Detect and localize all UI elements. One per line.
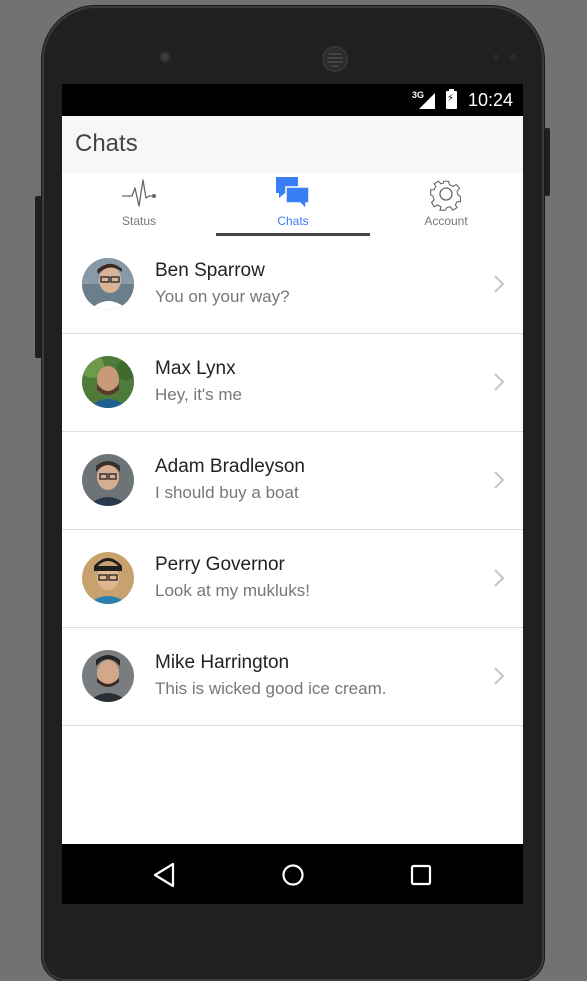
screen: 3G 10:24 Chats Status Chats (62, 84, 523, 904)
chat-message: This is wicked good ice cream. (155, 679, 387, 698)
battery-charging-icon (446, 89, 457, 109)
home-circle-icon (282, 864, 304, 886)
chat-message: I should buy a boat (155, 483, 299, 502)
chat-item[interactable]: Mike Harrington This is wicked good ice … (62, 628, 523, 726)
chevron-right-icon (493, 568, 505, 593)
tab-status-label: Status (121, 214, 157, 228)
app-bar: Chats (62, 116, 523, 173)
tab-account[interactable]: Account (369, 173, 523, 236)
home-button[interactable] (277, 859, 309, 891)
chat-name: Ben Sparrow (155, 260, 265, 281)
signal-icon (419, 93, 435, 109)
chat-message: You on your way? (155, 287, 290, 306)
chevron-right-icon (493, 274, 505, 299)
chat-name: Max Lynx (155, 358, 236, 379)
chat-item[interactable]: Adam Bradleyson I should buy a boat (62, 432, 523, 530)
avatar (82, 454, 134, 506)
chat-item[interactable]: Perry Governor Look at my mukluks! (62, 530, 523, 628)
gear-icon (427, 176, 465, 217)
tab-bar: Status Chats Account (62, 173, 523, 237)
power-button[interactable] (544, 128, 550, 196)
page-title: Chats (75, 130, 138, 157)
back-triangle-icon (153, 862, 175, 888)
proximity-sensor (493, 54, 499, 60)
recent-apps-square-icon (410, 864, 432, 886)
tab-account-label: Account (424, 214, 468, 228)
avatar (82, 650, 134, 702)
navigation-bar (62, 844, 523, 904)
chevron-right-icon (493, 372, 505, 397)
back-button[interactable] (149, 859, 181, 891)
clock: 10:24 (468, 90, 514, 110)
chat-message: Hey, it's me (155, 385, 243, 404)
avatar (82, 258, 134, 310)
chat-name: Mike Harrington (155, 652, 290, 673)
avatar (82, 356, 134, 408)
chat-item[interactable]: Ben Sparrow You on your way? (62, 236, 523, 334)
chat-message: Look at my mukluks! (155, 581, 310, 600)
light-sensor (510, 54, 516, 60)
chat-name: Perry Governor (155, 554, 285, 575)
earpiece-speaker (322, 46, 348, 72)
chat-item[interactable]: Max Lynx Hey, it's me (62, 334, 523, 432)
tab-chats[interactable]: Chats (216, 173, 370, 236)
chat-name: Adam Bradleyson (155, 456, 305, 477)
pulse-icon (120, 176, 158, 217)
avatar (82, 552, 134, 604)
volume-button[interactable] (35, 196, 42, 358)
chat-bubbles-icon (274, 176, 312, 219)
tab-chats-label: Chats (277, 214, 309, 228)
recent-apps-button[interactable] (405, 859, 437, 891)
front-camera (159, 51, 171, 63)
tab-status[interactable]: Status (62, 173, 216, 236)
chevron-right-icon (493, 666, 505, 691)
chevron-right-icon (493, 470, 505, 495)
status-bar: 3G 10:24 (62, 84, 523, 116)
chat-list: Ben Sparrow You on your way? Max Lynx He… (62, 236, 523, 726)
